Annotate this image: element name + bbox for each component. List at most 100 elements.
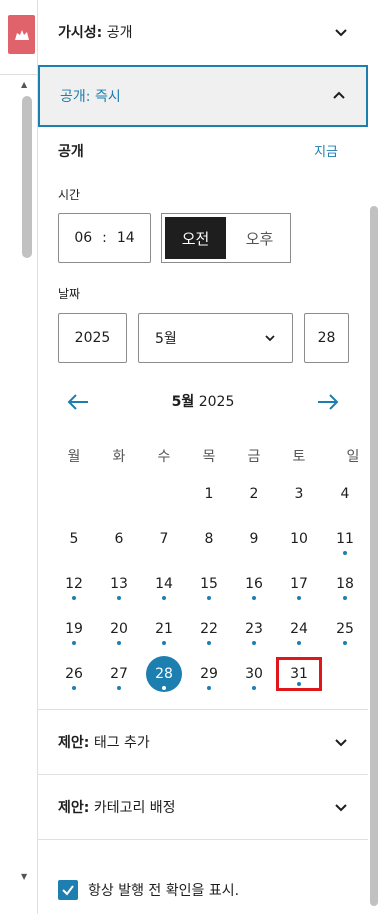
time-input: 06 : 14 — [58, 213, 151, 263]
calendar-day[interactable]: 8 — [191, 521, 227, 557]
publish-row[interactable]: 공개: 즉시 — [38, 65, 368, 127]
calendar-day[interactable]: 18 — [327, 566, 363, 602]
post-indicator-dot — [252, 596, 256, 600]
calendar-day[interactable]: 4 — [327, 476, 363, 512]
post-indicator-dot — [297, 682, 301, 686]
day-input[interactable]: 28 — [304, 313, 349, 363]
calendar-day[interactable]: 19 — [56, 611, 92, 647]
weekday-label: 목 — [202, 449, 216, 465]
calendar-day[interactable]: 12 — [56, 566, 92, 602]
minute-field[interactable]: 14 — [117, 230, 135, 246]
calendar-day[interactable]: 21 — [146, 611, 182, 647]
am-button[interactable]: 오전 — [165, 217, 226, 259]
suggest-category-label: 제안 — [58, 800, 84, 816]
calendar-day-number: 11 — [336, 531, 354, 547]
suggest-category-row[interactable]: 제안: 카테고리 배정 — [38, 775, 368, 839]
calendar-day[interactable]: 25 — [327, 611, 363, 647]
post-indicator-dot — [207, 686, 211, 690]
pm-button[interactable]: 오후 — [229, 214, 290, 262]
weekday-label: 월 — [67, 449, 81, 465]
calendar-day-number: 1 — [204, 486, 214, 502]
calendar-day[interactable]: 27 — [101, 656, 137, 692]
arrow-right-icon[interactable] — [316, 392, 340, 412]
calendar-day-number: 22 — [200, 621, 218, 637]
calendar-day-number: 5 — [69, 531, 79, 547]
calendar-day-number: 19 — [65, 621, 83, 637]
calendar-day-number: 23 — [245, 621, 263, 637]
post-indicator-dot — [297, 641, 301, 645]
calendar-day[interactable]: 6 — [101, 521, 137, 557]
right-scrollbar[interactable] — [370, 206, 378, 906]
visibility-row[interactable]: 가시성: 공개 — [38, 0, 368, 64]
calendar-day-number: 24 — [290, 621, 308, 637]
weekday-label: 금 — [247, 449, 261, 465]
calendar-day-number: 9 — [249, 531, 259, 547]
checkmark-icon — [62, 885, 74, 896]
calendar-day-number: 29 — [200, 666, 218, 682]
always-confirm-checkbox[interactable] — [58, 880, 78, 900]
suggest-tags-row[interactable]: 제안: 태그 추가 — [38, 710, 368, 774]
calendar-day[interactable]: 9 — [236, 521, 272, 557]
settings-panel: 가시성: 공개 공개: 즉시 공개 지금 시간 06 : 14 오전 오후 날짜… — [37, 0, 368, 914]
calendar-day[interactable]: 2 — [236, 476, 272, 512]
calendar-day-number: 17 — [290, 576, 308, 592]
post-indicator-dot — [252, 641, 256, 645]
weekday-label: 화 — [112, 449, 126, 465]
calendar-day[interactable]: 14 — [146, 566, 182, 602]
post-indicator-dot — [343, 596, 347, 600]
calendar-day[interactable]: 24 — [281, 611, 317, 647]
calendar-day[interactable]: 5 — [56, 521, 92, 557]
calendar-day[interactable]: 31 — [276, 657, 322, 691]
chevron-down-icon — [335, 29, 347, 37]
calendar-day[interactable]: 30 — [236, 656, 272, 692]
visibility-label: 가시성 — [58, 25, 97, 41]
calendar-day-number: 13 — [110, 576, 128, 592]
calendar-day[interactable]: 13 — [101, 566, 137, 602]
calendar-day[interactable]: 26 — [56, 656, 92, 692]
calendar-day-number: 10 — [290, 531, 308, 547]
post-indicator-dot — [117, 641, 121, 645]
now-link[interactable]: 지금 — [314, 141, 338, 160]
calendar-day[interactable]: 15 — [191, 566, 227, 602]
calendar-day[interactable]: 23 — [236, 611, 272, 647]
calendar-day[interactable]: 20 — [101, 611, 137, 647]
post-indicator-dot — [162, 641, 166, 645]
calendar-day[interactable]: 29 — [191, 656, 227, 692]
calendar-day-number: 15 — [200, 576, 218, 592]
site-logo-icon[interactable] — [8, 15, 35, 54]
post-indicator-dot — [117, 686, 121, 690]
calendar-day-number: 20 — [110, 621, 128, 637]
calendar-day[interactable]: 3 — [281, 476, 317, 512]
publish-label: 공개 — [60, 89, 86, 105]
calendar-day[interactable]: 7 — [146, 521, 182, 557]
calendar-day-number: 16 — [245, 576, 263, 592]
calendar-day[interactable]: 28 — [146, 656, 182, 692]
year-input[interactable]: 2025 — [58, 313, 127, 363]
calendar-day[interactable]: 22 — [191, 611, 227, 647]
hour-field[interactable]: 06 — [74, 230, 92, 246]
calendar-day-number: 7 — [159, 531, 169, 547]
calendar-day[interactable]: 11 — [327, 521, 363, 557]
post-indicator-dot — [343, 641, 347, 645]
calendar-day[interactable]: 10 — [281, 521, 317, 557]
post-indicator-dot — [117, 596, 121, 600]
scroll-up-icon[interactable]: ▲ — [21, 80, 27, 89]
scroll-down-icon[interactable]: ▼ — [21, 872, 27, 881]
divider — [38, 839, 368, 840]
calendar-day[interactable]: 1 — [191, 476, 227, 512]
calendar-day-number: 3 — [294, 486, 304, 502]
date-label: 날짜 — [58, 287, 81, 301]
suggest-category-value: 카테고리 배정 — [93, 800, 176, 816]
calendar-day[interactable]: 16 — [236, 566, 272, 602]
calendar-year: 2025 — [198, 394, 235, 410]
calendar-day[interactable]: 17 — [281, 566, 317, 602]
left-scrollbar[interactable] — [22, 96, 32, 258]
visibility-value: 공개 — [106, 25, 133, 41]
chevron-down-icon — [265, 335, 275, 342]
chevron-down-icon — [335, 739, 347, 747]
post-indicator-dot — [162, 596, 166, 600]
post-indicator-dot — [162, 686, 166, 690]
month-select[interactable]: 5월 — [138, 313, 293, 363]
weekday-label: 수 — [157, 449, 171, 465]
post-indicator-dot — [207, 641, 211, 645]
